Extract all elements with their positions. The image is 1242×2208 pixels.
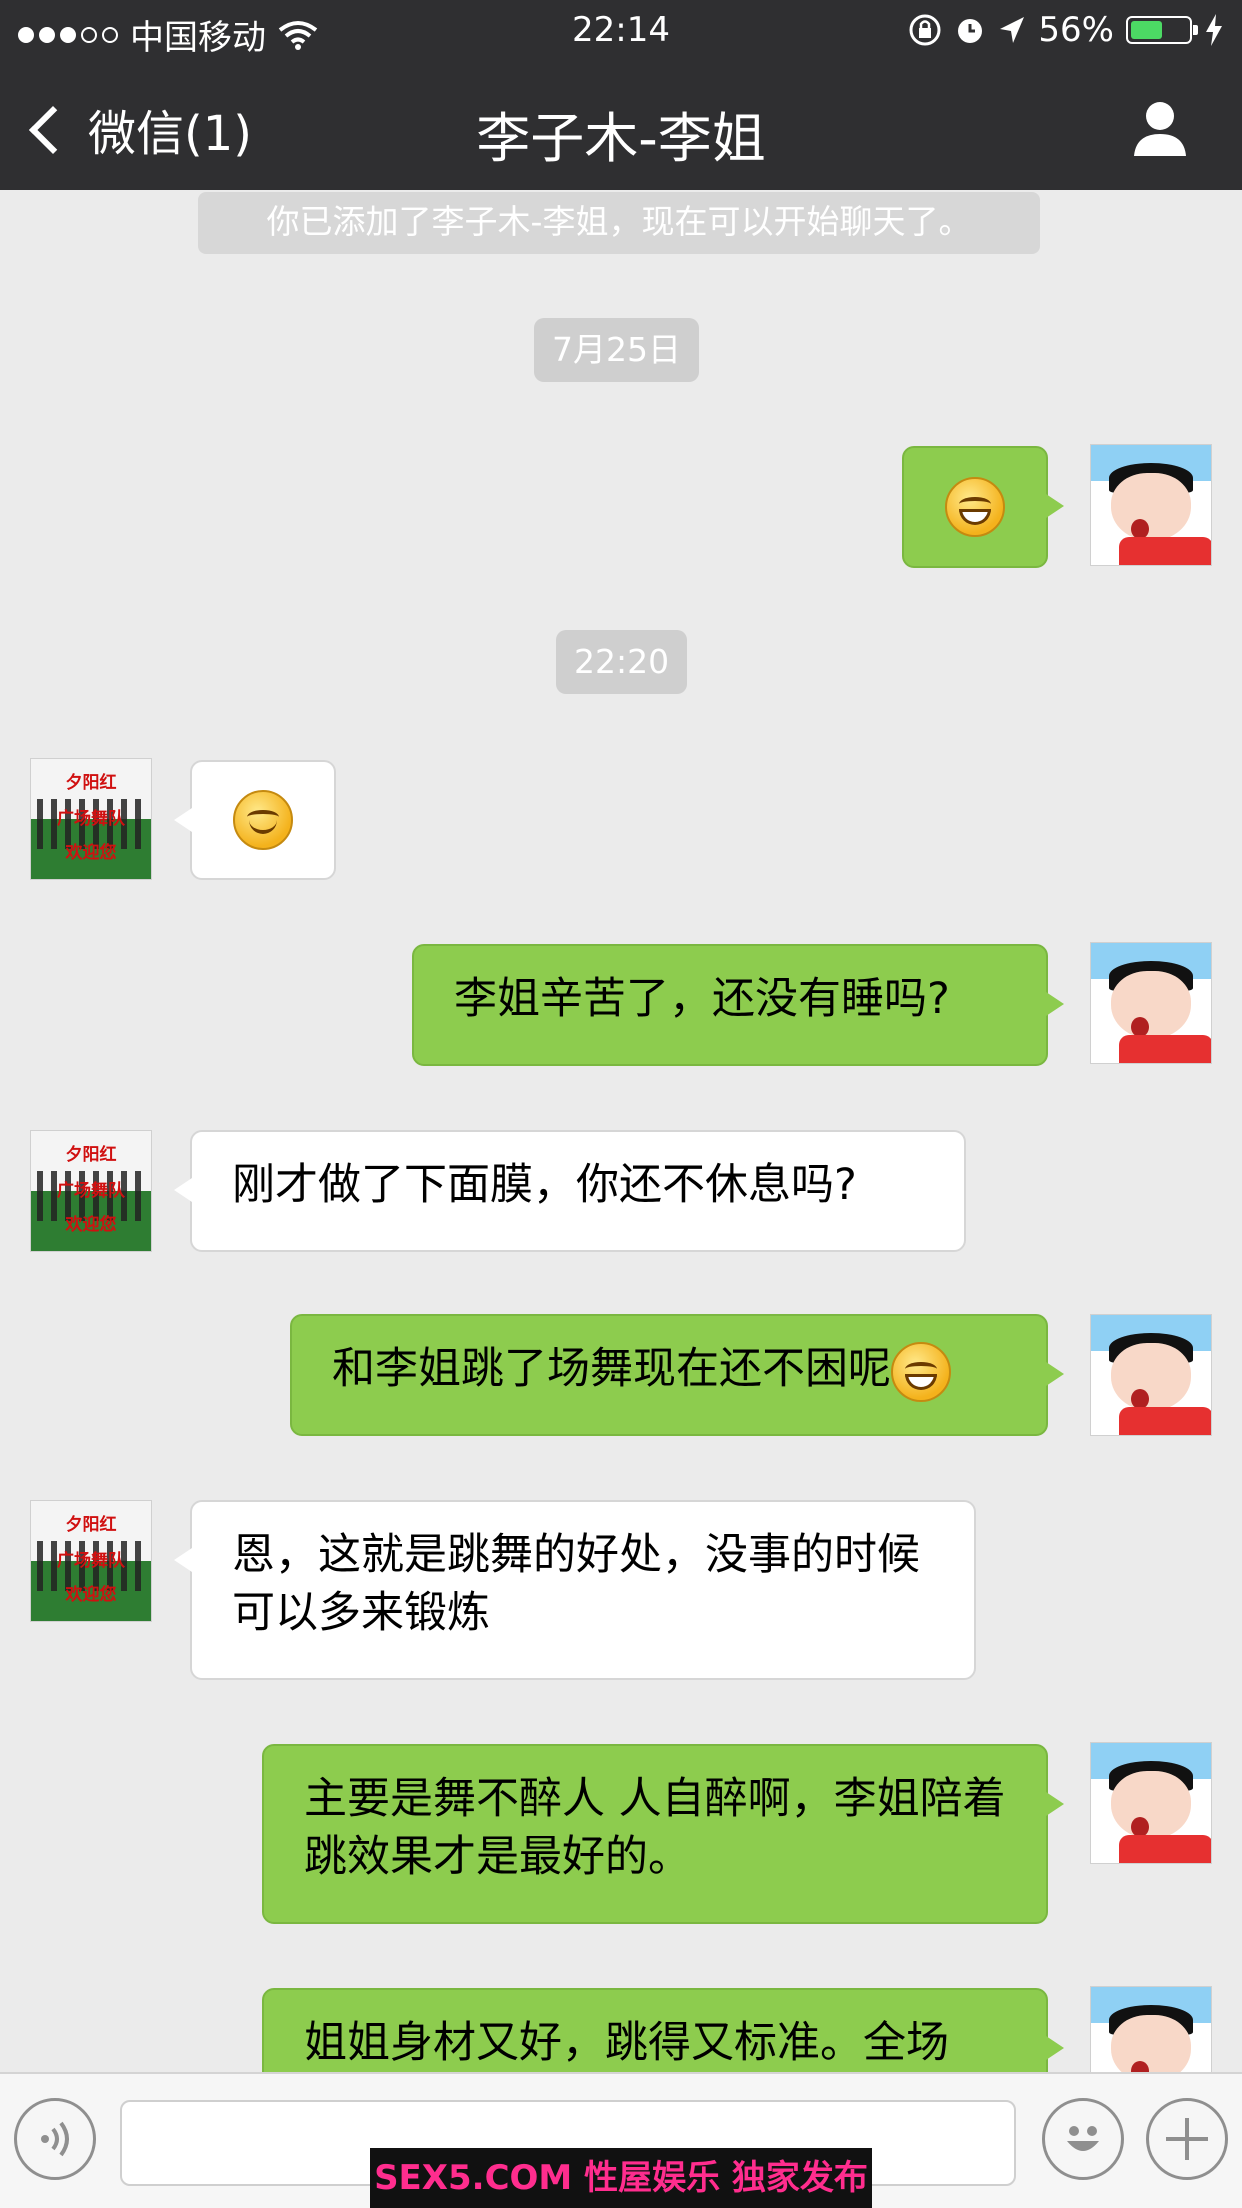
battery-percent: 56% <box>1038 10 1114 50</box>
nav-bar: 微信(1) 李子木-李姐 <box>0 62 1242 190</box>
message-bubble-sent[interactable] <box>902 446 1064 568</box>
voice-button[interactable] <box>14 2098 96 2180</box>
emoji-button[interactable] <box>1042 2098 1124 2180</box>
time-marker: 7月25日 <box>534 318 699 382</box>
time-marker: 22:20 <box>556 630 688 694</box>
message-bubble-sent[interactable]: 姐姐身材又好，跳得又标准。全场 <box>262 1988 1064 2072</box>
message-text: 刚才做了下面膜，你还不休息吗? <box>232 1160 857 1210</box>
battery-icon <box>1126 16 1198 44</box>
status-right: 56% <box>908 10 1224 50</box>
grin-emoji-icon <box>891 1341 951 1402</box>
profile-icon[interactable] <box>1130 98 1190 158</box>
contact-avatar[interactable]: 夕阳红 广场舞队 欢迎您 <box>30 1130 152 1252</box>
message-text: 恩，这就是跳舞的好处，没事的时候可以多来锻炼 <box>232 1530 920 1638</box>
contact-avatar[interactable]: 夕阳红 广场舞队 欢迎您 <box>30 1500 152 1622</box>
message-bubble-received[interactable]: 恩，这就是跳舞的好处，没事的时候可以多来锻炼 <box>174 1500 976 1680</box>
chat-title: 李子木-李姐 <box>476 107 766 170</box>
message-bubble-sent[interactable]: 李姐辛苦了，还没有睡吗? <box>412 944 1064 1066</box>
contact-avatar[interactable]: 夕阳红 广场舞队 欢迎您 <box>30 758 152 880</box>
battery-fill <box>1131 21 1162 39</box>
my-avatar[interactable] <box>1090 1986 1212 2072</box>
plus-icon <box>1166 2118 1208 2160</box>
message-bubble-sent[interactable]: 和李姐跳了场舞现在还不困呢 <box>290 1314 1064 1436</box>
system-notice: 你已添加了李子木-李姐，现在可以开始聊天了。 <box>198 192 1040 254</box>
message-text: 李姐辛苦了，还没有睡吗? <box>454 974 950 1024</box>
alarm-icon <box>958 19 983 43</box>
watermark-banner: SEX5.COM 性屋娱乐 独家发布 <box>370 2148 872 2208</box>
grin-emoji-icon <box>945 477 1005 537</box>
location-icon <box>1000 17 1025 43</box>
charging-icon <box>1206 14 1222 46</box>
my-avatar[interactable] <box>1090 1314 1212 1436</box>
message-text: 主要是舞不醉人 人自醉啊，李姐陪着跳效果才是最好的。 <box>304 1774 1006 1882</box>
my-avatar[interactable] <box>1090 1742 1212 1864</box>
message-text: 和李姐跳了场舞现在还不困呢 <box>332 1344 891 1394</box>
voice-icon <box>41 2121 69 2157</box>
my-avatar[interactable] <box>1090 444 1212 566</box>
more-button[interactable] <box>1146 2098 1228 2180</box>
smiley-icon <box>1067 2126 1099 2151</box>
status-bar: 中国移动 22:14 56% <box>0 0 1242 62</box>
my-avatar[interactable] <box>1090 942 1212 1064</box>
message-text: 姐姐身材又好，跳得又标准。全场 <box>304 2018 949 2068</box>
message-bubble-received[interactable] <box>174 760 336 880</box>
chat-area[interactable]: 你已添加了李子木-李姐，现在可以开始聊天了。 7月25日 22:20 夕阳红 广… <box>0 190 1242 2072</box>
message-bubble-received[interactable]: 刚才做了下面膜，你还不休息吗? <box>174 1130 966 1252</box>
smile-emoji-icon <box>233 790 293 850</box>
message-bubble-sent[interactable]: 主要是舞不醉人 人自醉啊，李姐陪着跳效果才是最好的。 <box>262 1744 1064 1924</box>
rotation-lock-icon <box>909 14 941 46</box>
